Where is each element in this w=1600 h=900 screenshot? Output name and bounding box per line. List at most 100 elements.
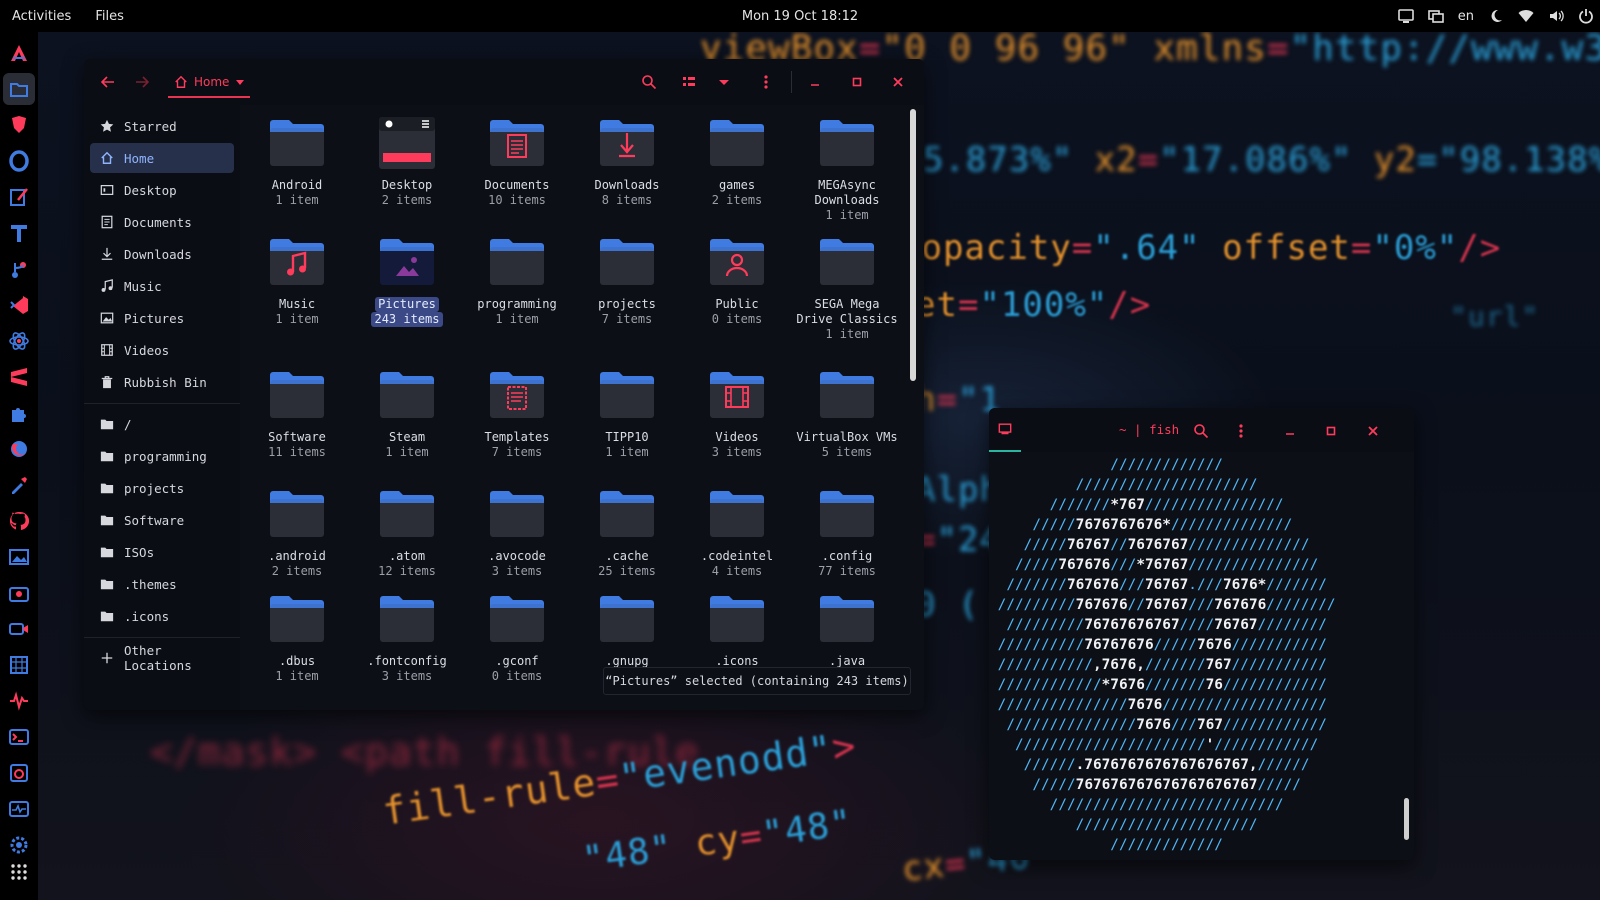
video-editor-icon[interactable] [3,649,35,681]
volume-icon[interactable] [1548,8,1564,24]
sidebar-item-music[interactable]: Music [90,271,234,301]
terminal-menu-button[interactable] [1229,419,1253,443]
sidebar-item-icons[interactable]: .icons [90,601,234,631]
sidebar-item-starred[interactable]: Starred [90,111,234,141]
folder-item[interactable]: TIPP10 1 item [573,365,681,460]
sidebar-item-programming[interactable]: programming [90,441,234,471]
folder-item[interactable]: Documents 10 items [463,113,571,208]
sidebar-item-downloads[interactable]: Downloads [90,239,234,269]
firefox-icon[interactable] [3,433,35,465]
vscode-icon[interactable] [3,289,35,321]
folder-item[interactable]: .avocode 3 items [463,484,571,579]
folder-item[interactable]: .gnupg [573,589,681,669]
folder-item[interactable]: MEGAsync Downloads 1 item [793,113,901,223]
sidebar-item-home[interactable]: Home [90,143,234,173]
folder-item[interactable]: .cache 25 items [573,484,681,579]
night-light-icon[interactable] [1488,8,1504,24]
video-camera-icon[interactable] [3,613,35,645]
app-menu-files[interactable]: Files [83,9,136,24]
sidebar-item-rubbish-bin[interactable]: Rubbish Bin [90,367,234,397]
files-scrollbar[interactable] [910,109,916,381]
sidebar-item-isos[interactable]: ISOs [90,537,234,567]
terminal-close-button[interactable] [1361,419,1385,443]
folder-item[interactable]: .gconf 0 items [463,589,571,684]
text-editor-icon[interactable] [3,181,35,213]
terminal-icon[interactable] [3,721,35,753]
app-store-icon[interactable] [3,37,35,69]
new-tab-button[interactable] [989,408,1021,452]
folder-item[interactable]: Music 1 item [243,232,351,327]
wifi-icon[interactable] [1518,8,1534,24]
sidebar-item-pictures[interactable]: Pictures [90,303,234,333]
path-bar-home[interactable]: Home [168,68,250,98]
minimize-button[interactable] [803,70,827,94]
extensions-icon[interactable] [3,397,35,429]
folder-item[interactable]: Android 1 item [243,113,351,208]
folder-item[interactable]: .java [793,589,901,669]
terminal-scrollbar[interactable] [1404,798,1409,840]
sublime-icon[interactable] [3,361,35,393]
typora-icon[interactable] [3,217,35,249]
sidebar-item-desktop[interactable]: Desktop [90,175,234,205]
power-icon[interactable] [1578,8,1594,24]
view-toggle-button[interactable] [677,70,701,94]
brave-icon[interactable] [3,109,35,141]
git-client-icon[interactable] [3,253,35,285]
folder-icon [817,365,877,428]
files-icon[interactable] [3,73,35,105]
folder-item[interactable]: .dbus 1 item [243,589,351,684]
back-button[interactable] [96,70,120,94]
view-options-button[interactable] [712,70,736,94]
folder-item[interactable]: Templates 7 items [463,365,571,460]
opera-icon[interactable] [3,145,35,177]
terminal-search-button[interactable] [1189,419,1213,443]
folder-item[interactable]: Software 11 items [243,365,351,460]
terminal-output[interactable]: ///////////// ///////////////////// ////… [989,452,1414,860]
system-monitor-icon[interactable] [3,793,35,825]
folder-item[interactable]: .android 2 items [243,484,351,579]
dashboard-icon[interactable] [3,757,35,789]
close-button[interactable] [886,70,910,94]
workspace-icon[interactable] [1427,8,1444,24]
folder-item[interactable]: Steam 1 item [353,365,461,460]
sidebar-item-videos[interactable]: Videos [90,335,234,365]
folder-item[interactable]: Pictures 243 items [353,232,461,327]
activities-button[interactable]: Activities [0,9,83,24]
atom-icon[interactable] [3,325,35,357]
color-picker-icon[interactable] [3,469,35,501]
sidebar-item-other-locations[interactable]: Other Locations [90,643,234,673]
keyboard-layout[interactable]: en [1458,9,1474,24]
screen-share-icon[interactable] [1397,8,1414,24]
show-applications-icon[interactable] [3,856,35,888]
folder-item[interactable]: .codeintel 4 items [683,484,791,579]
folder-item[interactable]: Desktop 2 items [353,113,461,208]
folder-item[interactable]: Downloads 8 items [573,113,681,208]
folder-item[interactable]: Videos 3 items [683,365,791,460]
menu-button[interactable] [754,70,778,94]
folder-item[interactable]: .atom 12 items [353,484,461,579]
image-viewer-icon[interactable] [3,541,35,573]
folder-item[interactable]: .config 77 items [793,484,901,579]
terminal-minimize-button[interactable] [1278,419,1302,443]
audio-icon[interactable] [3,685,35,717]
folder-item[interactable]: games 2 items [683,113,791,208]
search-button[interactable] [637,70,661,94]
folder-item[interactable]: projects 7 items [573,232,681,327]
folder-item[interactable]: programming 1 item [463,232,571,327]
folder-item[interactable]: .icons [683,589,791,669]
github-icon[interactable] [3,505,35,537]
folder-item[interactable]: Public 0 items [683,232,791,327]
forward-button[interactable] [130,70,154,94]
sidebar-item-documents[interactable]: Documents [90,207,234,237]
sidebar-item-projects[interactable]: projects [90,473,234,503]
terminal-maximize-button[interactable] [1319,419,1343,443]
folder-item[interactable]: .fontconfig 3 items [353,589,461,684]
sidebar-item-root[interactable]: / [90,409,234,439]
sidebar-item-software[interactable]: Software [90,505,234,535]
folder-item[interactable]: VirtualBox VMs 5 items [793,365,901,460]
folder-item[interactable]: SEGA Mega Drive Classics 1 item [793,232,901,342]
maximize-button[interactable] [845,70,869,94]
sidebar-item-themes[interactable]: .themes [90,569,234,599]
screenshot-icon[interactable] [3,577,35,609]
clock[interactable]: Mon 19 Oct 18:12 [742,9,858,24]
